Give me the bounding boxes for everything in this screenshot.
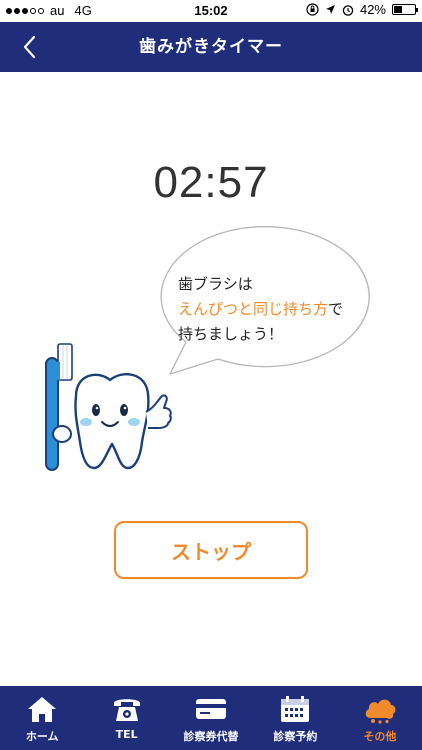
tab-tel[interactable]: TEL [84,686,168,750]
page-title: 歯みがきタイマー [139,37,283,57]
stop-button[interactable]: ストップ [114,521,308,579]
tab-home-label: ホーム [25,730,59,743]
alarm-clock-icon [342,4,354,16]
tab-other-label: その他 [363,730,397,743]
speech-bubble-text: 歯ブラシは えんぴつと同じ持ち方で 持ちましょう！ [178,272,378,347]
timer-display: 02:57 [153,158,269,207]
tab-tel-label: TEL [115,728,138,741]
tab-reservation-label: 診察予約 [273,730,318,743]
cloud-icon [365,699,396,724]
tab-card-label: 診察券代替 [183,730,239,743]
telephone-icon [113,699,140,721]
house-icon [28,697,57,722]
toothbrush-icon [45,343,73,471]
card-icon [196,699,227,719]
bubble-line-1: 歯ブラシは [178,275,253,293]
battery-percent: 42% [359,2,386,17]
status-right: 42% [306,2,418,17]
bubble-line-2: えんぴつと同じ持ち方で [178,297,378,322]
location-arrow-icon [325,5,335,14]
bubble-line-2-suffix: で [328,300,344,318]
tab-bar: ホーム TEL 診察券代替 診察予約 その他 [0,686,422,750]
bubble-highlight: えんぴつと同じ持ち方 [178,300,329,318]
tab-other[interactable]: その他 [338,686,422,750]
status-bar: au 4G 15:02 42% [0,0,422,22]
tab-card[interactable]: 診察券代替 [169,686,253,750]
nav-bar: 歯みがきタイマー [0,22,422,72]
tooth-mascot-icon [45,343,172,471]
bubble-line-3: 持ちましょう！ [178,325,284,343]
battery-icon [392,4,418,15]
tab-reservation[interactable]: 診察予約 [253,686,337,750]
calendar-icon [281,696,310,722]
orientation-lock-icon [306,3,319,16]
tab-home[interactable]: ホーム [0,686,84,750]
